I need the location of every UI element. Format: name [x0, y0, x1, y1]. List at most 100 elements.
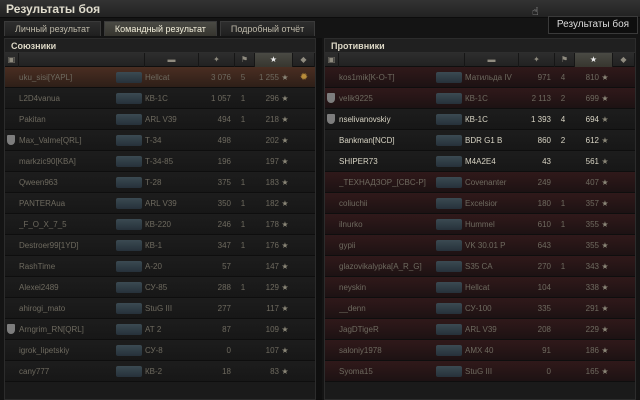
table-row[interactable]: _ТЕХНАДЗОР_[CBC-P] Covenanter 249 407 ★: [325, 172, 635, 193]
tank-icon: [436, 72, 462, 83]
tank-name: КВ-2: [145, 367, 163, 376]
medal-col-icon[interactable]: ◆: [293, 53, 315, 67]
table-row[interactable]: _F_O_X_7_5 КВ-220 246 1 178 ★: [5, 214, 315, 235]
medal-slot: [295, 130, 313, 151]
player-name: PANTERAua: [19, 199, 66, 208]
squad-icon: [7, 324, 15, 334]
table-row[interactable]: SHIPER73 M4A2E4 43 561 ★: [325, 151, 635, 172]
tank-icon: [436, 324, 462, 335]
squad-slot: [7, 172, 17, 193]
tank-image: [113, 319, 145, 340]
table-row[interactable]: ilnurko Hummel 610 1 355 ★: [325, 214, 635, 235]
tank-name: AMX 40: [465, 346, 494, 355]
table-row[interactable]: Bankman[NCD] BDR G1 B 860 2 612 ★: [325, 130, 635, 151]
player-name: Syoma15: [339, 367, 373, 376]
tank-col-icon[interactable]: ▬: [465, 53, 519, 67]
kills-value: 1: [560, 262, 566, 271]
tab-detailed[interactable]: Подробный отчёт: [219, 21, 316, 36]
table-row[interactable]: Max_Valme[QRL] Т-34 498 202 ★: [5, 130, 315, 151]
squad-slot: [7, 67, 17, 88]
star-icon: ★: [601, 136, 609, 145]
enemies-title: Противники: [325, 39, 635, 53]
star-icon: ★: [281, 262, 289, 271]
xp-value: 178: [265, 220, 279, 229]
table-row[interactable]: ahirogi_mato StuG III 277 117 ★: [5, 298, 315, 319]
table-row[interactable]: L2D4vanua КВ-1С 1 057 1 296 ★: [5, 88, 315, 109]
table-row[interactable]: Destroer99[1YD] КВ-1 347 1 176 ★: [5, 235, 315, 256]
table-row[interactable]: __denn СУ-100 335 291 ★: [325, 298, 635, 319]
squad-icon: [327, 114, 335, 124]
tank-name: StuG III: [145, 304, 173, 313]
xp-value: 338: [585, 283, 599, 292]
table-row[interactable]: glazovikalypka[A_R_G] S35 CA 270 1 343 ★: [325, 256, 635, 277]
medal-col-icon[interactable]: ◆: [613, 53, 635, 67]
tank-col-icon[interactable]: ▬: [145, 53, 199, 67]
kills-value: [235, 319, 251, 340]
squad-slot: [7, 130, 17, 151]
table-row[interactable]: kos1mik[K-O-T] Матильда IV 971 4 810 ★: [325, 67, 635, 88]
medal-icon[interactable]: ✹: [300, 72, 308, 83]
medal-slot: [295, 172, 313, 193]
tank-icon: [436, 282, 462, 293]
table-row[interactable]: igrok_lipetskiy СУ-8 0 107 ★: [5, 340, 315, 361]
medal-slot: [615, 172, 633, 193]
table-row[interactable]: uku_sisi[YAPL] Hellcat 3 076 5 1 255 ★ ✹: [5, 67, 315, 88]
table-row[interactable]: PANTERAua ARL V39 350 1 182 ★: [5, 193, 315, 214]
damage-value: 246: [217, 220, 231, 229]
xp-value: 291: [585, 304, 599, 313]
star-icon: ★: [281, 220, 289, 229]
star-icon: ★: [281, 367, 289, 376]
tank-name: Covenanter: [465, 178, 507, 187]
star-icon: ★: [281, 157, 289, 166]
table-row[interactable]: Qween963 Т-28 375 1 183 ★: [5, 172, 315, 193]
damage-value: 277: [217, 304, 231, 313]
table-row[interactable]: Pakitan ARL V39 494 1 218 ★: [5, 109, 315, 130]
player-name: nselivanovskiy: [339, 115, 391, 124]
star-icon: ★: [601, 241, 609, 250]
table-row[interactable]: velik9225 КВ-1С 2 113 2 699 ★: [325, 88, 635, 109]
kills-value: 2: [560, 136, 566, 145]
medal-slot: [295, 151, 313, 172]
squad-col-icon[interactable]: ▣: [325, 53, 339, 67]
damage-value: 104: [537, 283, 551, 292]
table-row[interactable]: markzic90[KBA] Т-34-85 196 197 ★: [5, 151, 315, 172]
star-icon: ★: [281, 136, 289, 145]
table-row[interactable]: JagDTigeR ARL V39 208 229 ★: [325, 319, 635, 340]
table-row[interactable]: Alexei2489 СУ-85 288 1 129 ★: [5, 277, 315, 298]
table-row[interactable]: cany777 КВ-2 18 83 ★: [5, 361, 315, 382]
player-name: ilnurko: [339, 220, 363, 229]
kills-col-icon[interactable]: ⚑: [555, 53, 575, 67]
tank-icon: [436, 156, 462, 167]
squad-col-icon[interactable]: ▣: [5, 53, 19, 67]
xp-value: 612: [585, 136, 599, 145]
star-icon: ★: [601, 94, 609, 103]
table-row[interactable]: nselivanovskiy КВ-1С 1 393 4 694 ★: [325, 109, 635, 130]
kills-value: [555, 319, 571, 340]
xp-col-icon[interactable]: ★: [575, 53, 613, 67]
table-row[interactable]: gypii VK 30.01 P 643 355 ★: [325, 235, 635, 256]
table-row[interactable]: coliuchii Excelsior 180 1 357 ★: [325, 193, 635, 214]
xp-col-icon[interactable]: ★: [255, 53, 293, 67]
player-col-header[interactable]: [339, 53, 465, 67]
table-row[interactable]: Arngrim_RN[QRL] АТ 2 87 109 ★: [5, 319, 315, 340]
kills-value: [555, 361, 571, 382]
tank-image: [433, 193, 465, 214]
table-row[interactable]: Syoma15 StuG III 0 165 ★: [325, 361, 635, 382]
damage-col-icon[interactable]: ✦: [199, 53, 235, 67]
damage-value: 494: [217, 115, 231, 124]
tank-name: Hellcat: [145, 73, 170, 82]
squad-slot: [327, 340, 337, 361]
tab-personal[interactable]: Личный результат: [4, 21, 101, 36]
table-row[interactable]: saloniy1978 AMX 40 91 186 ★: [325, 340, 635, 361]
squad-slot: [327, 193, 337, 214]
table-row[interactable]: RashTime А-20 57 147 ★: [5, 256, 315, 277]
table-row[interactable]: neyskin Hellcat 104 338 ★: [325, 277, 635, 298]
tank-icon: [116, 93, 142, 104]
player-col-header[interactable]: [19, 53, 145, 67]
xp-value: 355: [585, 220, 599, 229]
medal-slot: [295, 361, 313, 382]
tab-team[interactable]: Командный результат: [103, 21, 217, 36]
damage-col-icon[interactable]: ✦: [519, 53, 555, 67]
squad-slot: [7, 193, 17, 214]
kills-col-icon[interactable]: ⚑: [235, 53, 255, 67]
